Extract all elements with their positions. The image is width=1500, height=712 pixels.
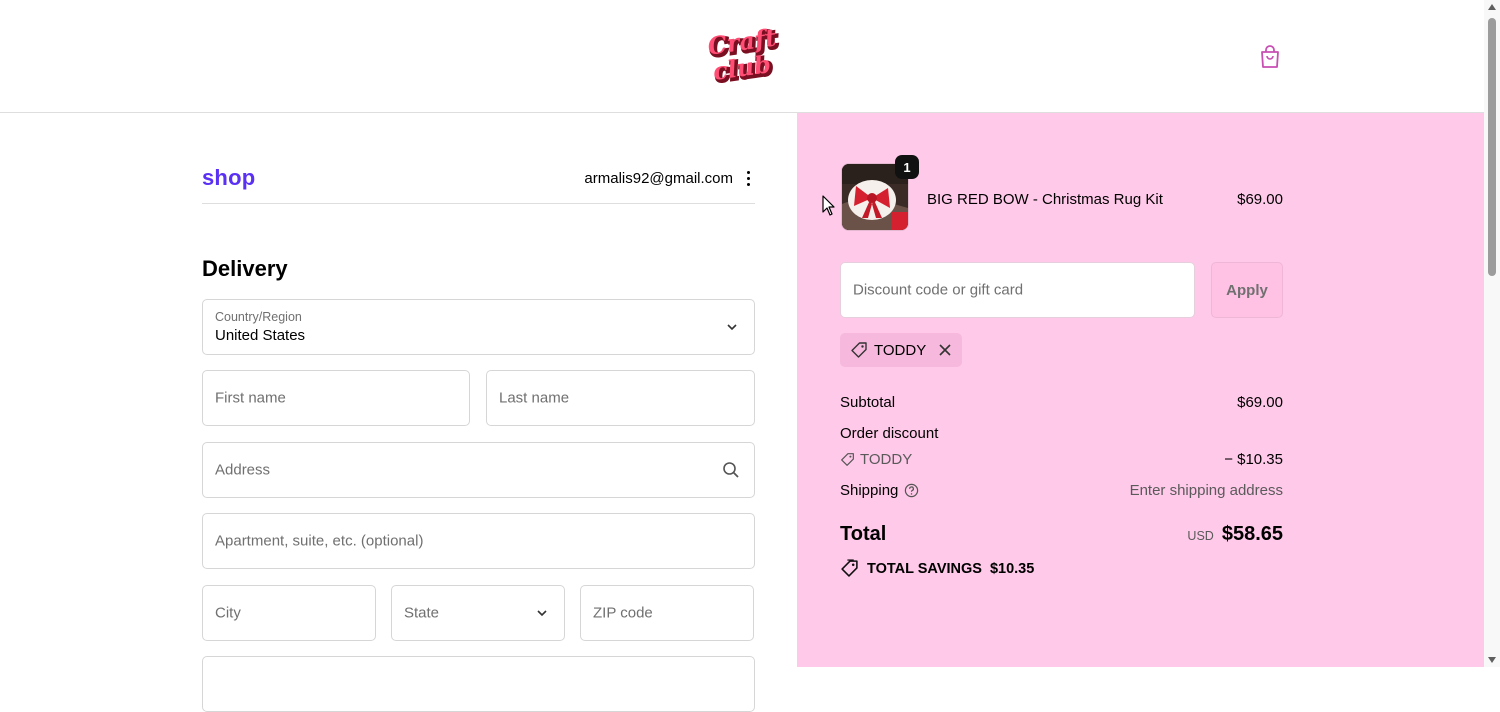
- chevron-down-icon: [727, 324, 737, 331]
- apartment-placeholder: Apartment, suite, etc. (optional): [215, 532, 424, 550]
- delivery-heading: Delivery: [202, 256, 288, 281]
- discount-amount: − $10.35: [1224, 451, 1283, 468]
- craft-club-logo[interactable]: Craft Craft club club: [704, 27, 782, 83]
- order-discount-row: Order discount: [840, 425, 1283, 442]
- shop-pay-logo: shop: [202, 165, 256, 190]
- zip-field[interactable]: ZIP code: [580, 585, 754, 641]
- quantity-badge: 1: [895, 155, 919, 179]
- applied-code-label: TODDY: [874, 341, 927, 359]
- state-placeholder: State: [404, 604, 440, 622]
- search-icon: [723, 462, 739, 478]
- country-label: Country/Region: [215, 310, 302, 324]
- scroll-up-arrow-icon[interactable]: [1488, 4, 1496, 10]
- close-icon: [939, 344, 951, 356]
- state-select[interactable]: State: [391, 585, 565, 641]
- total-currency: USD: [1187, 529, 1214, 543]
- checkout-main: shop armalis92@gmail.com Delivery Countr…: [0, 113, 1484, 712]
- checkout-form-column: shop armalis92@gmail.com Delivery Countr…: [0, 113, 797, 712]
- savings-value: $10.35: [989, 560, 1035, 577]
- discount-code-row: TODDY − $10.35: [840, 451, 1283, 468]
- order-discount-label: Order discount: [840, 425, 939, 442]
- total-label: Total: [840, 523, 887, 545]
- phone-field[interactable]: [202, 656, 755, 712]
- city-placeholder: City: [215, 604, 241, 622]
- zip-placeholder: ZIP code: [593, 604, 653, 622]
- help-icon[interactable]: [904, 483, 919, 498]
- last-name-placeholder: Last name: [499, 389, 570, 407]
- tags-icon: [841, 559, 858, 577]
- discount-placeholder: Discount code or gift card: [853, 281, 1024, 299]
- apartment-field[interactable]: Apartment, suite, etc. (optional): [202, 513, 755, 569]
- order-summary: 1 BIG RED BOW - Christmas Rug Kit $69.00…: [797, 113, 1484, 667]
- scroll-down-arrow-icon[interactable]: [1488, 657, 1496, 663]
- account-email: armalis92@gmail.com: [584, 169, 733, 187]
- mouse-cursor-icon: [822, 195, 835, 216]
- more-options-icon[interactable]: [741, 169, 755, 187]
- shipping-label-group: Shipping: [840, 482, 919, 499]
- first-name-field[interactable]: First name: [202, 370, 470, 426]
- shipping-label: Shipping: [840, 482, 899, 499]
- product-name: BIG RED BOW - Christmas Rug Kit: [927, 191, 1163, 208]
- scroll-thumb[interactable]: [1488, 18, 1496, 276]
- applied-discount-chip: TODDY: [840, 333, 963, 367]
- country-value: United States: [215, 327, 306, 344]
- total-savings: TOTAL SAVINGS $10.35: [840, 559, 1034, 578]
- subtotal-row: Subtotal $69.00: [840, 394, 1283, 411]
- address-placeholder: Address: [215, 461, 271, 479]
- total-row: Total USD $58.65: [840, 523, 1283, 546]
- divider: [202, 203, 755, 204]
- first-name-placeholder: First name: [215, 389, 286, 407]
- total-amount-group: USD $58.65: [1187, 523, 1283, 546]
- site-header: Craft Craft club club: [0, 0, 1484, 113]
- total-value: $58.65: [1221, 523, 1283, 545]
- remove-discount-button[interactable]: [938, 343, 952, 357]
- shipping-value: Enter shipping address: [1129, 482, 1283, 499]
- page-scrollbar[interactable]: [1484, 0, 1500, 667]
- address-field[interactable]: Address: [202, 442, 755, 498]
- discount-code-detail: TODDY: [840, 451, 912, 468]
- chevron-down-icon: [537, 610, 547, 617]
- product-thumbnail: 1: [841, 155, 919, 231]
- country-select[interactable]: Country/Region United States: [202, 299, 755, 355]
- discount-code-input[interactable]: Discount code or gift card: [840, 262, 1195, 318]
- apply-button[interactable]: Apply: [1211, 262, 1283, 318]
- tag-icon: [851, 342, 867, 358]
- subtotal-label: Subtotal: [840, 394, 896, 411]
- savings-label: TOTAL SAVINGS: [867, 560, 982, 577]
- tag-icon: [841, 453, 854, 466]
- discount-code-name: TODDY: [860, 451, 913, 468]
- shopping-bag-icon[interactable]: [1258, 44, 1282, 70]
- product-price: $69.00: [1237, 191, 1283, 208]
- shipping-row: Shipping Enter shipping address: [840, 482, 1283, 499]
- account-info: armalis92@gmail.com: [584, 169, 755, 187]
- subtotal-value: $69.00: [1237, 394, 1283, 411]
- last-name-field[interactable]: Last name: [486, 370, 755, 426]
- city-field[interactable]: City: [202, 585, 376, 641]
